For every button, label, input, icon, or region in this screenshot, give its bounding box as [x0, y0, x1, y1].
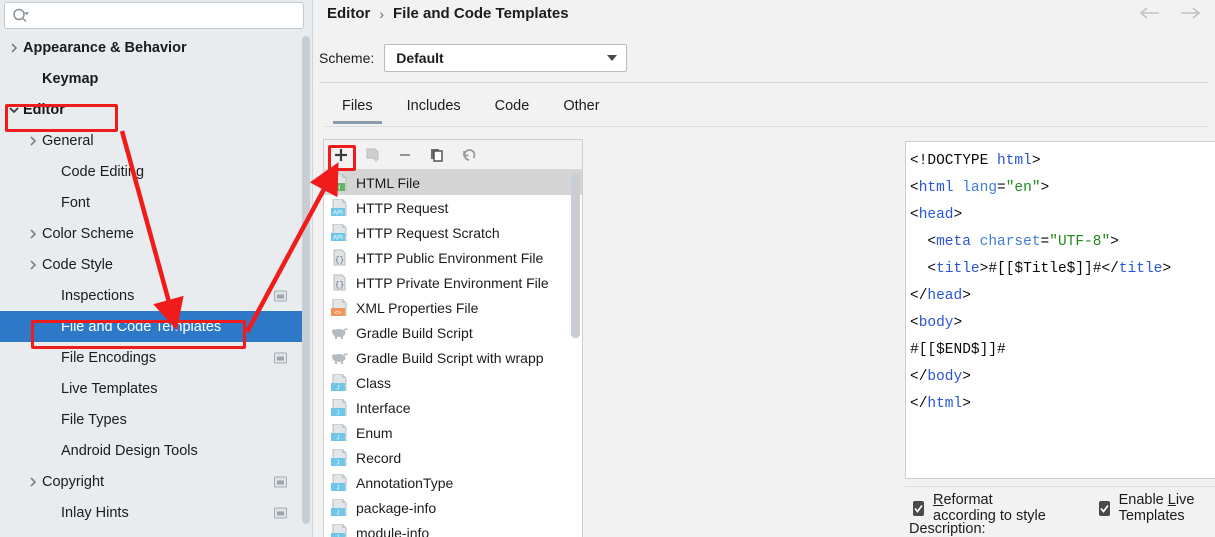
annotation-arrows — [119, 130, 339, 334]
settings-dialog: Appearance & Behavior Keymap Editor General… — [0, 0, 1215, 537]
